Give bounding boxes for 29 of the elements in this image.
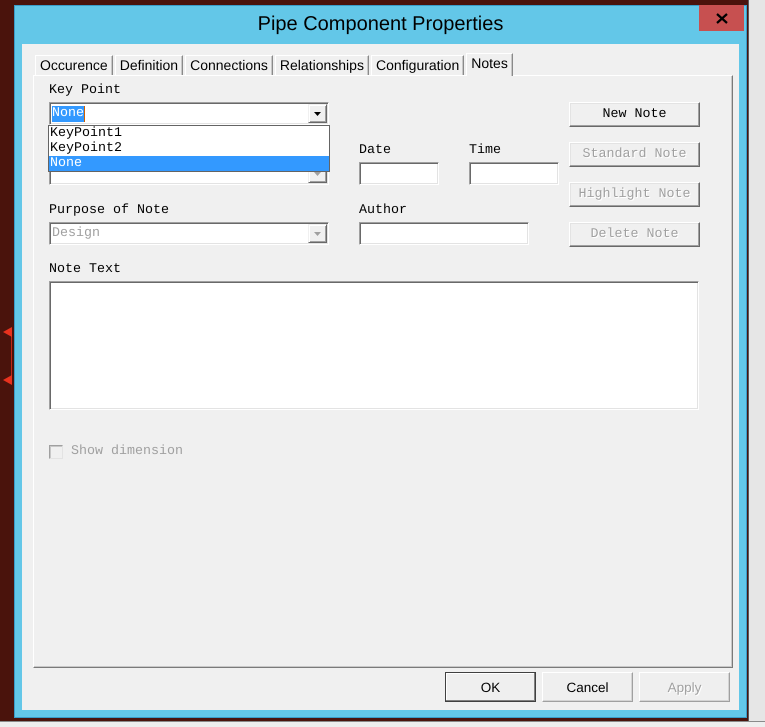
- tab[interactable]: Definition: [114, 55, 184, 75]
- tab[interactable]: Relationships: [274, 55, 369, 75]
- dialog-button[interactable]: Cancel: [542, 672, 633, 702]
- dropdown-arrow-button[interactable]: [308, 104, 327, 123]
- field-label: Key Point: [49, 83, 121, 99]
- tab[interactable]: Notes: [466, 53, 513, 76]
- note-action-button[interactable]: New Note: [569, 102, 700, 127]
- checkbox-label: Show dimension: [71, 444, 183, 460]
- close-icon: [716, 12, 728, 24]
- caret-down-icon: [314, 232, 321, 236]
- dropdown-option[interactable]: KeyPoint2: [49, 141, 329, 156]
- tab[interactable]: Configuration: [370, 55, 464, 75]
- date-field[interactable]: [359, 162, 439, 185]
- time-field[interactable]: [469, 162, 559, 185]
- caret-down-icon: [314, 112, 321, 116]
- window-title: Pipe Component Properties: [258, 13, 504, 37]
- dropdown-option[interactable]: KeyPoint1: [49, 126, 329, 141]
- field-label: Time: [469, 143, 501, 159]
- triangle-marker-icon: [3, 375, 12, 385]
- field-label: Author: [359, 203, 407, 219]
- tab[interactable]: Connections: [185, 55, 273, 75]
- field-label: Note Text: [49, 262, 121, 278]
- author-field[interactable]: [359, 222, 529, 245]
- field-label: Date: [359, 143, 391, 159]
- dialog-button[interactable]: OK: [445, 672, 536, 702]
- tab[interactable]: Occurence: [35, 55, 113, 75]
- field-label: Purpose of Note: [49, 203, 169, 219]
- triangle-marker-icon: [3, 327, 12, 337]
- close-button[interactable]: [699, 5, 744, 31]
